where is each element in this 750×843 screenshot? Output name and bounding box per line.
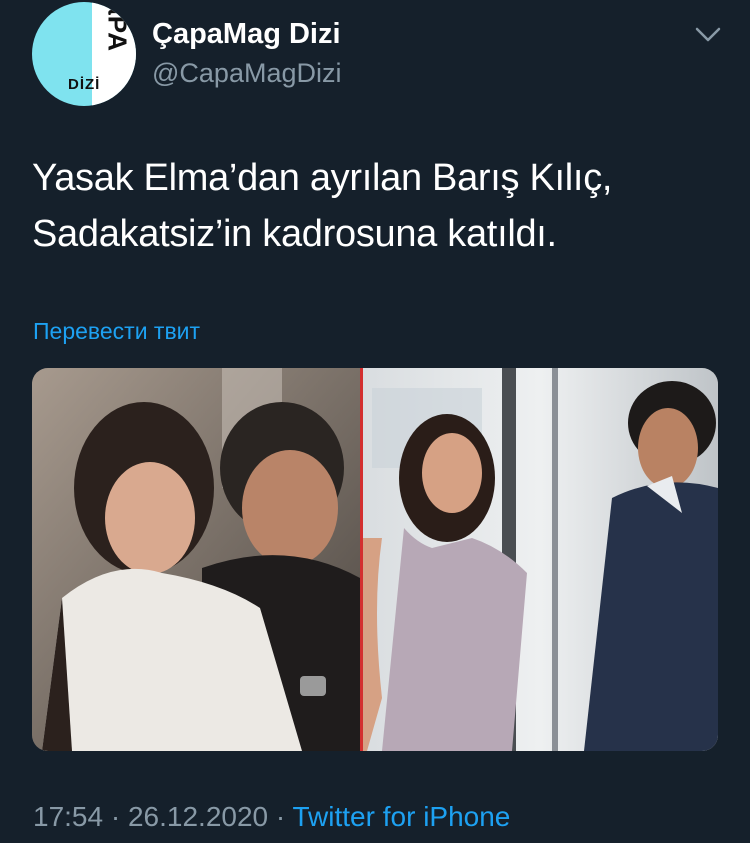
translate-tweet-link[interactable]: Перевести твит [33, 318, 200, 345]
tweet-text-line: Sadakatsiz’in kadrosuna katıldı. [32, 213, 557, 255]
chevron-down-icon [695, 27, 721, 42]
tweet-menu-button[interactable] [692, 22, 724, 48]
avatar[interactable]: ÇaPA DİZİ [32, 2, 136, 106]
author-display-name[interactable]: ÇapaMag Dizi [152, 18, 341, 51]
tweet-text-line: Yasak Elma’dan ayrılan Barış Kılıç, [32, 157, 613, 199]
tweet-text: Yasak Elma’dan ayrılan Barış Kılıç, Sada… [32, 150, 722, 262]
tweet-time[interactable]: 17:54 [33, 801, 103, 832]
meta-separator: · [103, 801, 128, 832]
author-handle[interactable]: @CapaMagDizi [152, 58, 341, 89]
tweet-source-link[interactable]: Twitter for iPhone [293, 801, 511, 832]
tweet-photo[interactable] [32, 368, 718, 751]
meta-separator: · [268, 801, 293, 832]
tweet-date[interactable]: 26.12.2020 [128, 801, 268, 832]
avatar-logo-text: ÇaPA [102, 2, 132, 52]
avatar-logo-subtext: DİZİ [68, 76, 101, 93]
tweet-meta: 17:54 · 26.12.2020 · Twitter for iPhone [33, 801, 510, 833]
photo-collage [32, 368, 718, 751]
